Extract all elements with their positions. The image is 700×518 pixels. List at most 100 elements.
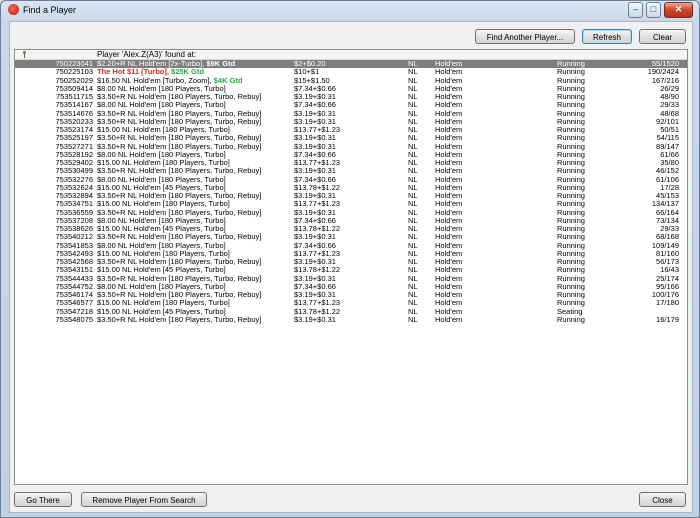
maximize-button[interactable]: □ [646, 2, 661, 18]
players-cell: 50/51 [660, 126, 679, 134]
limit-cell: NL [408, 109, 418, 118]
close-window-button[interactable]: ✕ [664, 2, 693, 18]
close-button[interactable]: Close [639, 492, 686, 507]
tournament-id-cell: 753536559 [55, 208, 93, 217]
buyin-cell: $3.19+$0.31 [294, 109, 336, 118]
table-row[interactable]: 753546174 $3.50+R NL Hold'em [180 Players… [15, 291, 687, 299]
table-row[interactable]: 753525197 $3.50+R NL Hold'em [180 Players… [15, 134, 687, 142]
tournament-name-segment: $8.00 NL Hold'em [180 Players, Turbo] [97, 241, 226, 250]
game-cell: Hold'em [435, 315, 463, 324]
table-row[interactable]: 750252029 $16.50 NL Hold'em [Turbo, Zoom]… [15, 77, 687, 85]
tournament-name-cell: $8.00 NL Hold'em [180 Players, Turbo] [97, 85, 289, 93]
table-row[interactable]: 753542493 $15.00 NL Hold'em [180 Players,… [15, 250, 687, 258]
table-row[interactable]: 753540212 $3.50+R NL Hold'em [180 Players… [15, 233, 687, 241]
table-row[interactable]: 753538626 $15.00 NL Hold'em [45 Players, … [15, 225, 687, 233]
table-row[interactable]: 753547218 $15.00 NL Hold'em [45 Players, … [15, 308, 687, 316]
buyin-cell: $15+$1.50 [294, 76, 330, 85]
table-row[interactable]: 753548075 $3.50+R NL Hold'em [180 Players… [15, 316, 687, 324]
tournament-name-segment: $15.00 NL Hold'em [180 Players, Turbo] [97, 200, 230, 209]
table-row[interactable]: 753541853 $8.00 NL Hold'em [180 Players, … [15, 242, 687, 250]
table-row[interactable]: 753544433 $3.50+R NL Hold'em [180 Players… [15, 275, 687, 283]
table-row[interactable]: 753542568 $3.50+R NL Hold'em [180 Players… [15, 258, 687, 266]
buyin-cell: $13.78+$1.22 [294, 183, 341, 192]
tournament-id-cell: 753520233 [55, 117, 93, 126]
limit-cell: NL [408, 249, 418, 258]
game-cell: Hold'em [435, 126, 463, 134]
buyin-cell: $3.19+$0.31 [294, 192, 336, 200]
minimize-button[interactable]: – [628, 2, 643, 18]
tournament-name-cell: $3.50+R NL Hold'em [180 Players, Turbo, … [97, 143, 289, 151]
tournament-name-cell: $3.50+R NL Hold'em [180 Players, Turbo, … [97, 233, 289, 241]
find-another-player-button[interactable]: Find Another Player... [475, 29, 575, 44]
maximize-icon: □ [650, 4, 657, 14]
buyin-cell: $13.77+$1.23 [294, 126, 341, 134]
table-row[interactable]: 753509414 $8.00 NL Hold'em [180 Players, … [15, 85, 687, 93]
table-row[interactable]: 750225103 The Hot $11 [Turbo], $25K Gtd $1… [15, 68, 687, 76]
limit-cell: NL [408, 208, 418, 217]
limit-cell: NL [408, 225, 418, 233]
game-cell: Hold'em [435, 291, 463, 299]
tournament-name-cell: $15.00 NL Hold'em [45 Players, Turbo] [97, 184, 289, 192]
buyin-cell: $10+$1 [294, 68, 320, 77]
limit-cell: NL [408, 68, 418, 77]
table-row[interactable]: 753546577 $15.00 NL Hold'em [180 Players,… [15, 299, 687, 307]
table-row[interactable]: 753527271 $3.50+R NL Hold'em [180 Players… [15, 143, 687, 151]
tournament-name-segment: $3.50+R NL Hold'em [180 Players, Turbo, … [97, 233, 262, 242]
remove-player-button[interactable]: Remove Player From Search [81, 492, 207, 507]
game-cell: Hold'em [435, 233, 463, 242]
table-row[interactable]: 753532276 $8.00 NL Hold'em [180 Players, … [15, 176, 687, 184]
players-cell: 89/147 [656, 142, 679, 151]
game-cell: Hold'em [435, 200, 463, 209]
players-cell: 29/33 [660, 225, 679, 233]
table-row[interactable]: 753536559 $3.50+R NL Hold'em [180 Players… [15, 209, 687, 217]
table-row[interactable]: 753534751 $15.00 NL Hold'em [180 Players,… [15, 200, 687, 208]
tournament-name-cell: $3.50+R NL Hold'em [180 Players, Turbo, … [97, 258, 289, 266]
table-row[interactable]: 753514676 $3.50+R NL Hold'em [180 Players… [15, 110, 687, 118]
tournament-name-segment: $3.50+R NL Hold'em [180 Players, Turbo, … [97, 258, 262, 266]
game-cell: Hold'em [435, 282, 463, 291]
limit-cell: NL [408, 233, 418, 242]
table-row[interactable]: 753511715 $3.50+R NL Hold'em [180 Players… [15, 93, 687, 101]
table-row[interactable]: 753528192 $8.00 NL Hold'em [180 Players, … [15, 151, 687, 159]
table-row[interactable]: 750223041 $2.20+R NL Hold'em [2x-Turbo], … [15, 60, 687, 69]
title-bar[interactable]: Find a Player – □ ✕ [1, 1, 699, 21]
table-row[interactable]: 753532894 $3.50+R NL Hold'em [180 Players… [15, 192, 687, 200]
buyin-cell: $3.19+$0.31 [294, 315, 336, 324]
refresh-button[interactable]: Refresh [582, 29, 632, 44]
table-row[interactable]: 753543151 $15.00 NL Hold'em [45 Players, … [15, 266, 687, 274]
tournament-name-cell: $15.00 NL Hold'em [45 Players, Turbo] [97, 308, 289, 316]
results-list[interactable]: Player 'Alex.Z(A3)' found at: 750223041 $… [14, 49, 688, 485]
table-row[interactable]: 753537208 $8.00 NL Hold'em [180 Players, … [15, 217, 687, 225]
game-cell: Hold'em [435, 142, 463, 151]
table-row[interactable]: 753523174 $15.00 NL Hold'em [180 Players,… [15, 126, 687, 134]
table-row[interactable]: 753530499 $3.50+R NL Hold'em [180 Players… [15, 167, 687, 175]
go-there-button[interactable]: Go There [14, 492, 72, 507]
limit-cell: NL [408, 159, 418, 167]
table-row[interactable]: 753532624 $15.00 NL Hold'em [45 Players, … [15, 184, 687, 192]
table-row[interactable]: 753544752 $8.00 NL Hold'em [180 Players, … [15, 283, 687, 291]
game-cell: Hold'em [435, 266, 463, 275]
buyin-cell: $7.34+$0.66 [294, 150, 336, 159]
buyin-cell: $13.78+$1.22 [294, 266, 341, 275]
table-row[interactable]: 753520233 $3.50+R NL Hold'em [180 Players… [15, 118, 687, 126]
limit-cell: NL [408, 60, 418, 68]
tournament-name-segment: $16.50 NL Hold'em [Turbo, Zoom], [97, 76, 214, 85]
game-cell: Hold'em [435, 175, 463, 184]
players-cell: 68/168 [656, 233, 679, 242]
table-row[interactable]: 753529402 $15.00 NL Hold'em [180 Players,… [15, 159, 687, 167]
table-row[interactable]: 753514167 $8.00 NL Hold'em [180 Players, … [15, 101, 687, 109]
tournament-name-segment: $15.00 NL Hold'em [180 Players, Turbo] [97, 126, 230, 134]
limit-cell: NL [408, 299, 418, 308]
players-cell: 17/28 [660, 183, 679, 192]
clear-button[interactable]: Clear [639, 29, 686, 44]
buyin-cell: $13.77+$1.23 [294, 249, 341, 258]
tournament-id-cell: 753546577 [55, 299, 93, 308]
game-cell: Hold'em [435, 307, 463, 316]
tournament-id-cell: 753527271 [55, 142, 93, 151]
game-cell: Hold'em [435, 101, 463, 110]
game-cell: Hold'em [435, 208, 463, 217]
limit-cell: NL [408, 101, 418, 110]
limit-cell: NL [408, 307, 418, 316]
tournament-name-cell: $8.00 NL Hold'em [180 Players, Turbo] [97, 217, 289, 225]
tournament-name-cell: $16.50 NL Hold'em [Turbo, Zoom], $4K Gtd [97, 77, 289, 85]
